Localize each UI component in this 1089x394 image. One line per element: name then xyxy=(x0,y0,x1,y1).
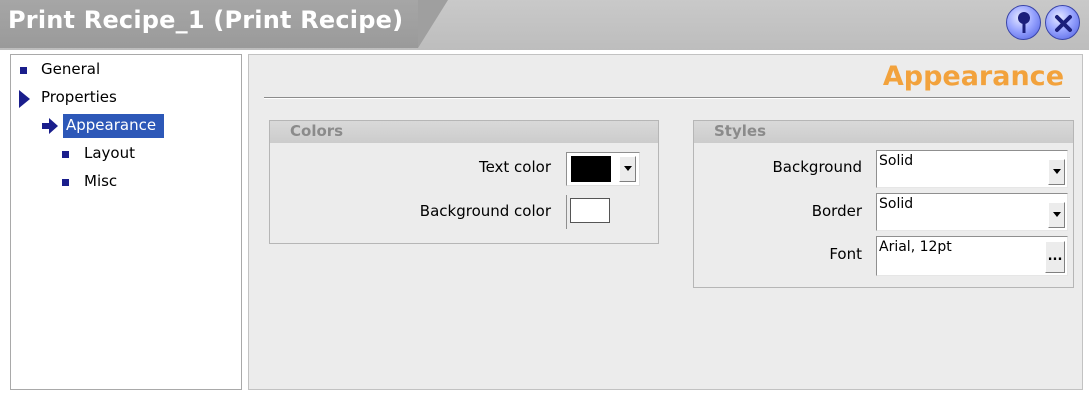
pin-icon[interactable] xyxy=(1006,5,1041,40)
tree-item-appearance[interactable]: Appearance xyxy=(11,114,231,138)
text-color-label: Text color xyxy=(478,158,551,176)
border-style-select[interactable]: Solid xyxy=(876,193,1068,231)
arrow-right-icon xyxy=(42,118,58,134)
tree-item-misc[interactable]: Misc xyxy=(11,170,231,194)
window-title: Print Recipe_1 (Print Recipe) xyxy=(8,6,404,34)
bullet-icon xyxy=(20,67,27,74)
background-style-value: Solid xyxy=(879,153,914,169)
text-color-swatch xyxy=(571,156,611,182)
font-field[interactable]: Arial, 12pt ... xyxy=(876,236,1068,276)
expanded-triangle-icon xyxy=(19,90,30,108)
font-value: Arial, 12pt xyxy=(879,239,952,255)
tree-item-label: Layout xyxy=(84,144,135,162)
tree-item-properties[interactable]: Properties xyxy=(11,86,231,110)
title-bar: Print Recipe_1 (Print Recipe) xyxy=(0,0,1089,50)
font-browse-button[interactable]: ... xyxy=(1045,241,1065,273)
chevron-down-icon[interactable] xyxy=(1048,202,1065,228)
bullet-icon xyxy=(62,179,69,186)
navigation-tree: General Properties Appearance Layout Mis… xyxy=(10,54,242,390)
tree-item-label-selected: Appearance xyxy=(63,114,165,138)
title-tab: Print Recipe_1 (Print Recipe) xyxy=(0,0,448,48)
chevron-down-icon[interactable] xyxy=(1048,159,1065,185)
close-icon[interactable] xyxy=(1045,5,1080,40)
heading-divider xyxy=(264,97,1070,99)
picker-edge xyxy=(566,195,567,229)
styles-group-title: Styles xyxy=(694,121,1073,143)
properties-panel: Appearance Colors Text color Background … xyxy=(248,54,1083,390)
colors-group-title: Colors xyxy=(270,121,658,143)
chevron-down-icon[interactable] xyxy=(619,156,636,182)
bullet-icon xyxy=(62,151,69,158)
border-style-value: Solid xyxy=(879,196,914,212)
border-style-label: Border xyxy=(811,202,862,220)
background-color-picker[interactable] xyxy=(566,195,640,229)
colors-group: Colors Text color Background color xyxy=(269,120,659,244)
styles-group: Styles Background Solid Border Solid Fon… xyxy=(693,120,1074,288)
background-color-label: Background color xyxy=(419,202,551,220)
tree-item-label: Misc xyxy=(84,172,118,190)
font-label: Font xyxy=(829,245,862,263)
background-style-label: Background xyxy=(772,158,863,176)
section-heading: Appearance xyxy=(882,61,1064,92)
tree-item-label: General xyxy=(41,60,101,78)
background-color-swatch xyxy=(570,198,610,223)
background-style-select[interactable]: Solid xyxy=(876,150,1068,188)
tree-item-label: Properties xyxy=(41,88,117,106)
tree-item-layout[interactable]: Layout xyxy=(11,142,231,166)
text-color-picker[interactable] xyxy=(566,152,640,186)
tree-item-general[interactable]: General xyxy=(11,58,231,82)
